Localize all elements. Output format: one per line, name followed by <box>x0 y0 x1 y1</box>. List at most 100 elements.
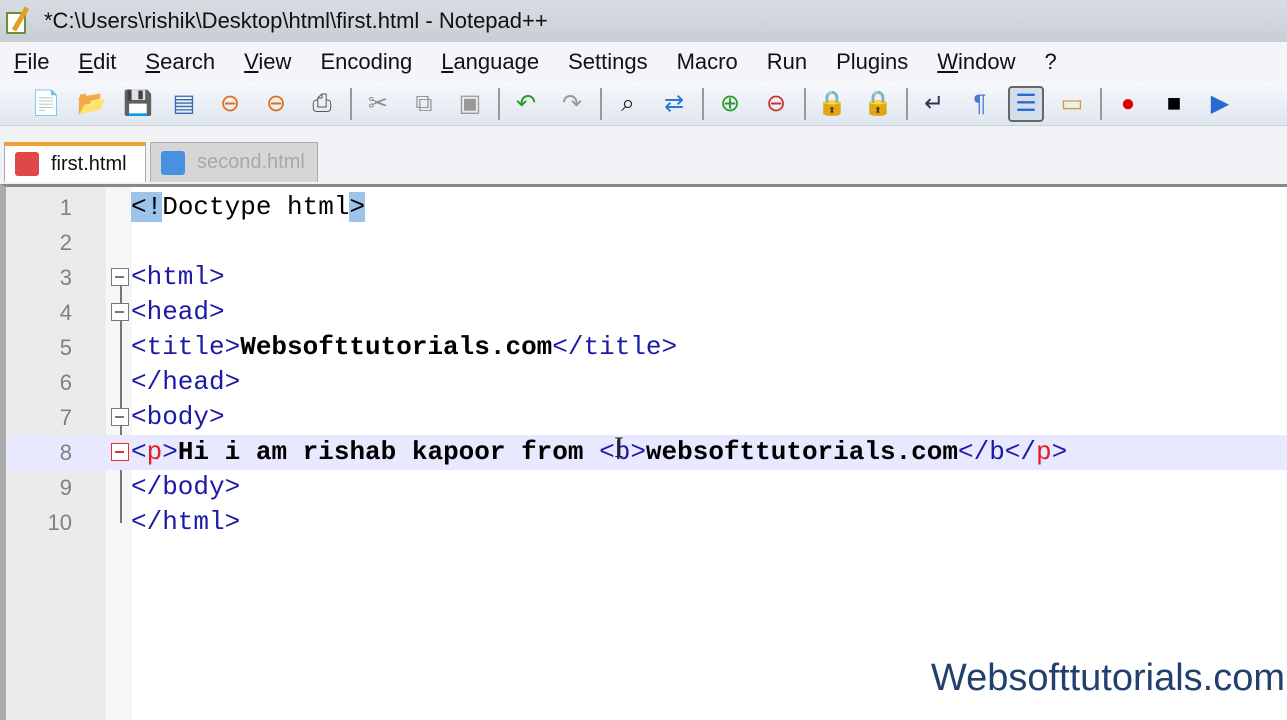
unsaved-file-icon <box>15 152 39 176</box>
toolbar-separator <box>702 87 704 120</box>
code-text: <head> <box>131 297 225 327</box>
line-number: 9 <box>59 475 72 500</box>
open-file-icon[interactable]: 📂 <box>74 86 110 122</box>
text-token: Websofttutorials.com <box>240 332 553 362</box>
code-line[interactable]: 7 <body> <box>6 400 1287 435</box>
text-token: > <box>349 192 366 222</box>
toolbar-separator <box>1100 87 1102 120</box>
save-icon[interactable]: 💾 <box>120 86 156 122</box>
menu-bar: File Edit Search View Encoding Language Settin… <box>0 42 1287 82</box>
fold-toggle-icon[interactable] <box>111 443 129 461</box>
zoom-in-icon[interactable]: ⊕ <box>712 86 748 122</box>
html-tag-token: <body> <box>131 402 225 432</box>
text-cursor-icon: I <box>614 431 624 464</box>
html-tag-token: </title> <box>552 332 678 362</box>
html-tag-token: </body> <box>131 472 241 502</box>
toolbar-separator <box>804 87 806 120</box>
play-macro-icon[interactable]: ▶ <box>1202 86 1238 122</box>
code-text: </html> <box>131 507 240 537</box>
title-bar: *C:\Users\rishik\Desktop\html\first.html… <box>0 0 1287 42</box>
toolbar-separator <box>350 87 352 120</box>
zoom-out-icon[interactable]: ⊖ <box>758 86 794 122</box>
fold-toggle-icon[interactable] <box>111 268 129 286</box>
window-title: *C:\Users\rishik\Desktop\html\first.html… <box>44 8 548 33</box>
paste-icon[interactable]: ▣ <box>452 86 488 122</box>
line-number: 1 <box>59 195 72 220</box>
menu-plugins[interactable]: Plugins <box>836 49 908 75</box>
redo-icon[interactable]: ↷ <box>554 86 590 122</box>
tab-second-html[interactable]: second.html <box>150 142 318 182</box>
line-number: 10 <box>47 510 72 535</box>
cut-icon[interactable]: ✂ <box>360 86 396 122</box>
stop-record-icon[interactable]: ■ <box>1156 86 1192 122</box>
toolbar-separator <box>600 87 602 120</box>
code-line[interactable]: 3 <html> <box>6 260 1287 295</box>
menu-view[interactable]: View <box>244 49 291 75</box>
text-token: <! <box>131 192 163 222</box>
code-line[interactable]: 8 <p>Hi i am rishab kapoor from <b>websof… <box>6 435 1287 470</box>
html-tag-token: </html> <box>131 507 241 537</box>
replace-icon[interactable]: ⇄ <box>656 86 692 122</box>
code-line[interactable]: 10 </html> <box>6 505 1287 540</box>
code-text: </body> <box>131 472 240 502</box>
toolbar-separator <box>906 87 908 120</box>
tab-first-html[interactable]: first.html <box>4 142 146 182</box>
close-icon[interactable]: ⊖ <box>212 86 248 122</box>
code-line[interactable]: 1 <!Doctype html> <box>6 190 1287 225</box>
code-text: <title>Websofttutorials.com</title> <box>131 332 677 362</box>
menu-run[interactable]: Run <box>767 49 807 75</box>
user-language-icon[interactable]: ▭ <box>1054 86 1090 122</box>
line-number: 8 <box>59 440 72 465</box>
code-line[interactable]: 5 <title>Websofttutorials.com</title> <box>6 330 1287 365</box>
menu-edit[interactable]: Edit <box>78 49 116 75</box>
toolbar-separator <box>498 87 500 120</box>
sync-horizontal-icon[interactable]: 🔒 <box>860 86 896 122</box>
menu-encoding[interactable]: Encoding <box>320 49 412 75</box>
toolbar: 📄 📂 💾 ▤ ⊖ ⊖ ⎙ ✂ ⧉ ▣ ↶ ↷ ⌕ ⇄ ⊕ ⊖ 🔒 🔒 ↵ ¶ ☰ ▭ ● ■ ▶ <box>0 82 1287 126</box>
sync-vertical-icon[interactable]: 🔒 <box>814 86 850 122</box>
menu-help[interactable]: ? <box>1044 49 1056 75</box>
tab-label: first.html <box>51 152 127 175</box>
code-text: <p>Hi i am rishab kapoor from <b>websoft… <box>131 437 1067 467</box>
html-tag-token: <html> <box>131 262 225 292</box>
code-text: </head> <box>131 367 240 397</box>
indent-guide-icon[interactable]: ☰ <box>1008 85 1044 122</box>
menu-file[interactable]: File <box>14 49 49 75</box>
print-icon[interactable]: ⎙ <box>304 86 340 122</box>
code-text: <body> <box>131 402 225 432</box>
copy-icon[interactable]: ⧉ <box>406 86 442 122</box>
menu-macro[interactable]: Macro <box>677 49 738 75</box>
menu-window[interactable]: Window <box>937 49 1015 75</box>
save-all-icon[interactable]: ▤ <box>166 86 202 122</box>
menu-language[interactable]: Language <box>441 49 539 75</box>
code-line[interactable]: 6 </head> <box>6 365 1287 400</box>
undo-icon[interactable]: ↶ <box>508 86 544 122</box>
tab-bar: first.html second.html <box>0 126 1287 184</box>
text-token: Hi i am rishab kapoor from <box>177 437 600 467</box>
record-macro-icon[interactable]: ● <box>1110 86 1146 122</box>
word-wrap-icon[interactable]: ↵ <box>916 86 952 122</box>
fold-toggle-icon[interactable] <box>111 408 129 426</box>
find-icon[interactable]: ⌕ <box>610 86 646 122</box>
close-all-icon[interactable]: ⊖ <box>258 86 294 122</box>
text-token: websofttutorials.com <box>645 437 958 467</box>
code-text: <html> <box>131 262 225 292</box>
code-line[interactable]: 9 </body> <box>6 470 1287 505</box>
line-number: 7 <box>59 405 72 430</box>
code-line[interactable]: 4 <head> <box>6 295 1287 330</box>
show-all-chars-icon[interactable]: ¶ <box>962 86 998 122</box>
new-file-icon[interactable]: 📄 <box>28 86 64 122</box>
line-number: 4 <box>59 300 72 325</box>
fold-toggle-icon[interactable] <box>111 303 129 321</box>
html-tag-token: < <box>131 437 147 467</box>
code-line[interactable]: 2 <box>6 225 1287 260</box>
code-editor[interactable]: 1 <!Doctype html> 2 3 <html> 4 <head> 5 <title>W… <box>0 184 1287 720</box>
menu-search[interactable]: Search <box>145 49 215 75</box>
line-number: 2 <box>59 230 72 255</box>
html-tag-token: <title> <box>131 332 241 362</box>
menu-settings[interactable]: Settings <box>568 49 648 75</box>
html-tag-token: p <box>1036 437 1052 467</box>
html-tag-token: <head> <box>131 297 225 327</box>
saved-file-icon <box>161 150 185 175</box>
html-tag-token: p <box>146 437 163 467</box>
